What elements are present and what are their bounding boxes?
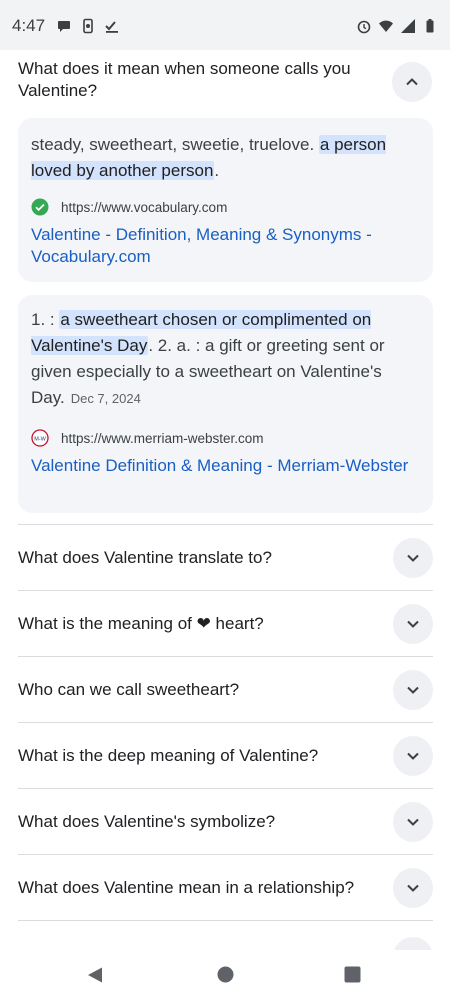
phone-sync-icon	[83, 18, 93, 34]
snippet-tail: .	[214, 161, 220, 180]
chevron-down-icon	[407, 686, 419, 694]
snippet-lead: 1. :	[31, 310, 55, 329]
related-question-1[interactable]: What does Valentine translate to?	[18, 524, 433, 591]
recents-square-icon[interactable]	[344, 966, 361, 983]
chevron-down-icon	[407, 554, 419, 562]
battery-icon	[426, 19, 434, 33]
expand-button[interactable]	[393, 868, 433, 908]
answer-snippet: steady, sweetheart, sweetie, truelove. a…	[31, 132, 421, 184]
answer-card-vocabulary: steady, sweetheart, sweetie, truelove. a…	[18, 118, 433, 282]
merriam-webster-favicon-icon: M-W	[31, 429, 49, 447]
expand-button[interactable]	[393, 538, 433, 578]
snippet-date: Dec 7, 2024	[70, 391, 141, 406]
answer-snippet: 1. : a sweetheart chosen or complimented…	[31, 307, 421, 412]
related-question-text: What is the meaning of ❤ heart?	[18, 614, 264, 633]
expand-button[interactable]	[393, 604, 433, 644]
related-question-2[interactable]: What is the meaning of ❤ heart?	[18, 590, 433, 657]
related-question-text: What does Valentine's symbolize?	[18, 812, 276, 831]
related-question-4[interactable]: What is the deep meaning of Valentine?	[18, 722, 433, 789]
chevron-down-icon	[407, 884, 419, 892]
related-question-text: What does Valentine translate to?	[18, 548, 272, 567]
related-question-partial[interactable]	[18, 920, 433, 950]
source-url: https://www.merriam-webster.com	[61, 430, 264, 446]
source-row[interactable]: https://www.vocabulary.com	[31, 198, 227, 216]
expand-button[interactable]	[393, 937, 433, 950]
source-row[interactable]: M-W https://www.merriam-webster.com	[31, 429, 264, 447]
expand-button[interactable]	[393, 802, 433, 842]
chevron-down-icon	[407, 752, 419, 760]
expanded-question-header[interactable]: What does it mean when someone calls you…	[18, 58, 432, 120]
collapse-button[interactable]	[392, 62, 432, 102]
alarm-icon	[357, 20, 371, 34]
related-question-text: What does Valentine mean in a relationsh…	[18, 878, 355, 897]
notification-icons	[56, 18, 120, 34]
search-results-content: What does it mean when someone calls you…	[0, 50, 450, 950]
related-question-text: What is the deep meaning of Valentine?	[18, 746, 319, 765]
task-check-icon	[105, 21, 118, 33]
snippet-text: steady, sweetheart, sweetie, truelove.	[31, 135, 315, 154]
wifi-icon	[379, 20, 393, 32]
chat-bubble-icon	[58, 21, 70, 32]
status-time: 4:47	[12, 16, 46, 35]
source-url: https://www.vocabulary.com	[61, 199, 228, 215]
signal-icon	[401, 19, 415, 33]
expanded-question-text: What does it mean when someone calls you…	[18, 59, 351, 100]
answer-card-merriam-webster: 1. : a sweetheart chosen or complimented…	[18, 295, 433, 513]
back-triangle-icon[interactable]	[86, 966, 104, 984]
system-icons	[356, 18, 438, 34]
expand-button[interactable]	[393, 736, 433, 776]
chevron-down-icon	[407, 620, 419, 628]
result-link-vocabulary[interactable]: Valentine - Definition, Meaning & Synony…	[31, 224, 411, 268]
status-bar: 4:47	[0, 0, 450, 50]
related-question-text: Who can we call sweetheart?	[18, 680, 240, 699]
related-question-6[interactable]: What does Valentine mean in a relationsh…	[18, 854, 433, 921]
navigation-bar	[0, 950, 450, 1000]
check-circle-icon	[31, 198, 49, 216]
expand-button[interactable]	[393, 670, 433, 710]
home-circle-icon[interactable]	[217, 966, 234, 983]
related-question-5[interactable]: What does Valentine's symbolize?	[18, 788, 433, 855]
related-question-3[interactable]: Who can we call sweetheart?	[18, 656, 433, 723]
result-link-merriam-webster[interactable]: Valentine Definition & Meaning - Merriam…	[31, 455, 411, 477]
chevron-up-icon	[406, 78, 418, 86]
chevron-down-icon	[407, 818, 419, 826]
svg-text:M-W: M-W	[34, 436, 46, 442]
